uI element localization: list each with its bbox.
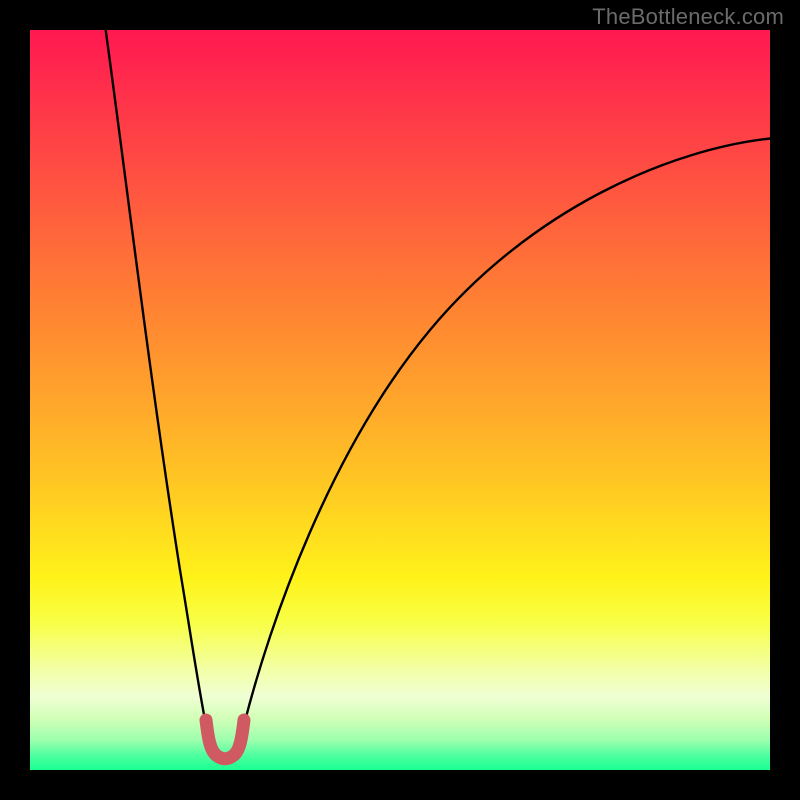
- right-curve: [244, 138, 770, 725]
- chart-container: TheBottleneck.com: [0, 0, 800, 800]
- curve-overlay: [30, 30, 770, 770]
- optimal-marker: [206, 720, 244, 759]
- plot-area: [30, 30, 770, 770]
- left-curve: [105, 30, 206, 725]
- watermark-text: TheBottleneck.com: [592, 4, 784, 30]
